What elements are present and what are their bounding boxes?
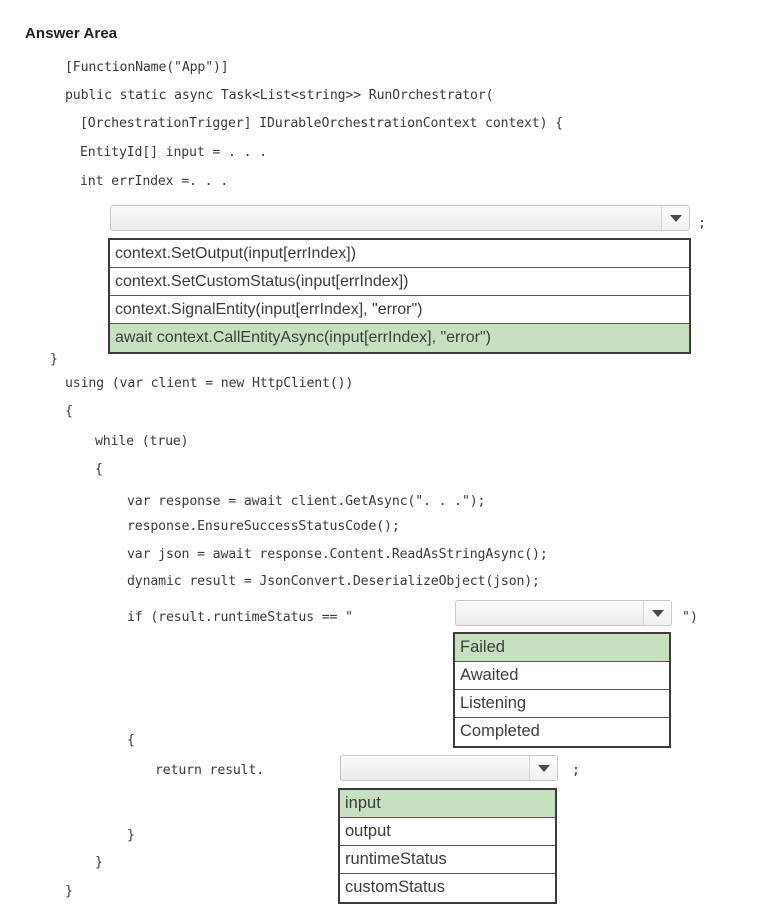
code-line: } (65, 884, 73, 899)
chevron-down-icon[interactable] (529, 756, 557, 780)
option-item[interactable]: customStatus (340, 874, 555, 902)
option-item[interactable]: Failed (455, 634, 669, 662)
code-line: response.EnsureSuccessStatusCode(); (127, 519, 400, 534)
code-line: if (result.runtimeStatus == " (127, 610, 353, 625)
option-item[interactable]: Completed (455, 718, 669, 746)
code-line: public static async Task<List<string>> R… (65, 88, 494, 103)
code-punctuation: ") (682, 610, 698, 625)
option-item[interactable]: Listening (455, 690, 669, 718)
code-line: return result. (155, 763, 265, 778)
code-line: { (65, 404, 73, 419)
code-punctuation: ; (572, 763, 580, 778)
chevron-down-icon[interactable] (661, 206, 689, 230)
option-item[interactable]: context.SetOutput(input[errIndex]) (110, 240, 689, 268)
code-line: } (50, 352, 58, 367)
code-line: while (true) (95, 434, 189, 449)
chevron-down-icon-glyph (651, 609, 664, 617)
option-item[interactable]: output (340, 818, 555, 846)
option-item[interactable]: await context.CallEntityAsync(input[errI… (110, 324, 689, 352)
code-line: dynamic result = JsonConvert.Deserialize… (127, 574, 540, 589)
option-item[interactable]: context.SignalEntity(input[errIndex], "e… (110, 296, 689, 324)
runtime-status-dropdown[interactable] (455, 600, 672, 626)
option-item[interactable]: context.SetCustomStatus(input[errIndex]) (110, 268, 689, 296)
result-property-dropdown-option-list[interactable]: input output runtimeStatus customStatus (338, 788, 557, 904)
option-item[interactable]: input (340, 790, 555, 818)
code-line: { (95, 462, 103, 477)
code-line: var json = await response.Content.ReadAs… (127, 547, 548, 562)
chevron-down-icon-glyph (537, 764, 550, 772)
code-line: var response = await client.GetAsync(". … (127, 494, 486, 509)
statement-dropdown-value (111, 206, 661, 230)
code-block: [FunctionName("App")] public static async… (0, 0, 774, 921)
code-line: [OrchestrationTrigger] IDurableOrchestra… (80, 116, 563, 131)
code-line: int errIndex =. . . (80, 174, 229, 189)
option-item[interactable]: Awaited (455, 662, 669, 690)
statement-dropdown-option-list[interactable]: context.SetOutput(input[errIndex]) contex… (108, 238, 691, 354)
chevron-down-icon[interactable] (643, 601, 671, 625)
chevron-down-icon-glyph (669, 214, 682, 222)
code-line: { (127, 733, 135, 748)
statement-dropdown[interactable] (110, 205, 690, 231)
code-line: using (var client = new HttpClient()) (65, 376, 354, 391)
code-line: [FunctionName("App")] (65, 60, 229, 75)
result-property-dropdown-value (341, 756, 529, 780)
code-line: EntityId[] input = . . . (80, 145, 267, 160)
code-line: } (127, 828, 135, 843)
runtime-status-dropdown-value (456, 601, 643, 625)
code-line: } (95, 855, 103, 870)
result-property-dropdown[interactable] (340, 755, 558, 781)
code-punctuation: ; (698, 216, 706, 231)
option-item[interactable]: runtimeStatus (340, 846, 555, 874)
runtime-status-dropdown-option-list[interactable]: Failed Awaited Listening Completed (453, 632, 671, 748)
